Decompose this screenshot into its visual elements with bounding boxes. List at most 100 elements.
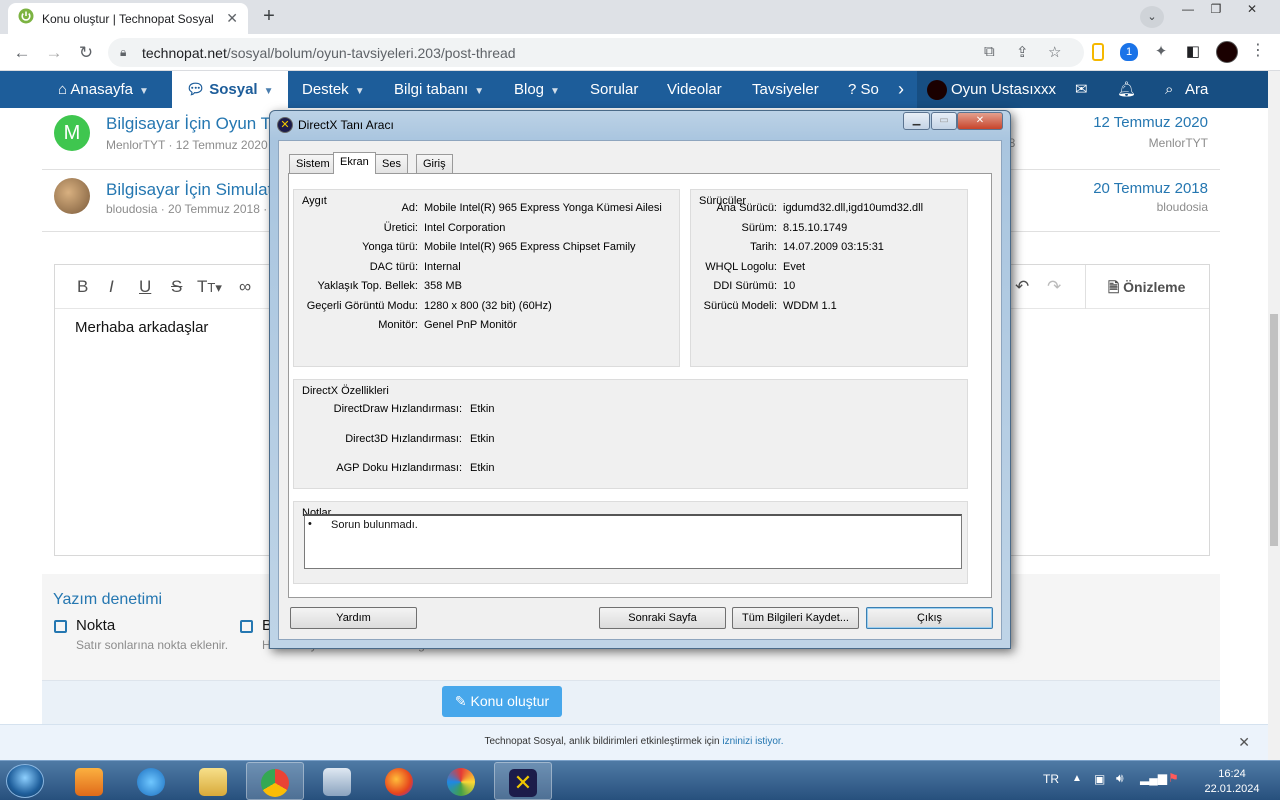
chevron-down-icon[interactable]: ▼ [550,86,560,97]
tab-sistem[interactable]: Sistem [289,154,337,173]
create-thread-button[interactable]: ✎ Konu oluştur [442,686,562,717]
restore-button[interactable]: ❐ [1204,2,1228,16]
file-explorer-icon[interactable] [184,762,242,800]
nav-destek[interactable]: Destek ▼ [302,71,365,108]
internet-explorer-icon[interactable] [122,762,180,800]
tab-close-icon[interactable]: ✕ [226,10,238,27]
link-button[interactable]: ∞ [239,277,251,297]
share-icon[interactable]: ⇪ [1016,43,1029,61]
preview-button[interactable]: 🗎︎ Önizleme [1085,265,1211,309]
window-close-button[interactable]: ✕ [1240,2,1264,16]
nav-sosyal[interactable]: 💬︎ Sosyal ▼ [172,71,288,108]
thread-meta: bloudosia · 20 Temmuz 2018 · ( [106,202,275,216]
new-tab-button[interactable]: + [256,5,282,29]
nav-blog[interactable]: Blog ▼ [514,71,560,108]
directx-taskbar-icon[interactable]: ✕ [494,762,552,800]
redo-icon[interactable]: ↷ [1047,277,1061,297]
thread-last-date[interactable]: 12 Temmuz 2020 [1093,114,1208,131]
network-icon[interactable]: ▂▄▆ [1140,771,1167,785]
thread-last-user[interactable]: MenlorTYT [1149,136,1208,150]
chevron-down-icon[interactable]: ▼ [355,86,365,97]
bold-button[interactable]: B [77,277,88,297]
help-button[interactable]: Yardım [290,607,417,629]
profile-avatar[interactable] [1216,41,1238,63]
editor-text[interactable]: Merhaba arkadaşlar [75,319,208,336]
dx-close-button[interactable]: ✕ [957,112,1003,130]
chrome-icon[interactable] [246,762,304,800]
bell-icon[interactable]: 🔔︎ [1117,71,1136,108]
bookmark-star-icon[interactable]: ☆ [1048,43,1061,61]
firefox-icon[interactable] [370,762,428,800]
tray-expand-icon[interactable]: ▲ [1072,773,1082,784]
url-text: technopat.net/sosyal/bolum/oyun-tavsiyel… [142,45,516,61]
messages-icon[interactable]: ✉ [1075,71,1088,108]
search-label[interactable]: Ara [1185,71,1208,108]
nav-videolar[interactable]: Videolar [667,71,722,108]
thread-title[interactable]: Bilgisayar İçin Oyun Ta [106,114,279,134]
avatar[interactable] [54,178,90,214]
avatar[interactable]: M [54,115,90,151]
notes-box[interactable]: • Sorun bulunmadı. [304,514,962,569]
thread-last-date[interactable]: 20 Temmuz 2018 [1093,180,1208,197]
nav-anasayfa[interactable]: ⌂ Anasayfa ▼ [58,71,149,108]
exit-button[interactable]: Çıkış [866,607,993,629]
dx-minimize-button[interactable]: ▁ [903,112,930,130]
save-all-info-button[interactable]: Tüm Bilgileri Kaydet... [732,607,859,629]
menu-kebab-icon[interactable]: ⋮ [1250,40,1266,60]
drivers-group: Sürücüler Ana Sürücü: igdumd32.dll,igd10u… [690,189,968,367]
address-bar[interactable]: 🔒︎ technopat.net/sosyal/bolum/oyun-tavsi… [108,38,1084,67]
shield-extension-icon[interactable]: 1 [1120,43,1138,61]
start-button[interactable] [6,764,44,798]
paint-icon[interactable] [432,762,490,800]
back-icon[interactable]: ← [10,42,34,64]
italic-button[interactable]: I [109,277,114,297]
side-panel-icon[interactable]: ◧ [1184,43,1202,61]
chevron-down-icon[interactable]: ▼ [474,86,484,97]
tab-giris[interactable]: Giriş [416,154,453,173]
features-group: DirectX Özellikleri DirectDraw Hızlandır… [293,379,968,489]
nokta-checkbox[interactable] [54,620,67,633]
option2-checkbox[interactable] [240,620,253,633]
page-scrollbar[interactable] [1268,71,1280,760]
tab-ekran[interactable]: Ekran [333,152,376,174]
minimize-button[interactable]: — [1176,2,1200,16]
tab-ses[interactable]: Ses [375,154,408,173]
nokta-label[interactable]: Nokta [76,617,115,634]
on-screen-keyboard-icon[interactable] [308,762,366,800]
strikethrough-button[interactable]: S [171,277,182,297]
search-icon[interactable]: ⌕ [1165,71,1173,108]
chevron-down-icon[interactable]: ▼ [139,86,149,97]
nav-scroll-right-icon[interactable]: › [898,71,904,108]
extensions-puzzle-icon[interactable]: ✦ [1152,43,1170,61]
tab-search-button[interactable]: ⌄ [1140,6,1164,28]
reload-icon[interactable]: ↻ [74,42,98,64]
user-menu[interactable]: Oyun Ustasıxxx [927,80,1056,101]
thread-meta: MenlorTYT · 12 Temmuz 2020 [106,138,268,152]
device-icon[interactable]: ▣ [1094,772,1105,786]
scrollbar-thumb[interactable] [1270,314,1278,546]
open-in-app-icon[interactable]: ⧉ [984,43,995,60]
features-group-title: DirectX Özellikleri [302,385,389,397]
clock[interactable]: 16:24 22.01.2024 [1196,767,1268,797]
action-center-icon[interactable]: ⚑ [1168,771,1179,785]
chevron-down-icon[interactable]: ▼ [264,86,274,97]
browser-tab[interactable]: Konu oluştur | Technopat Sosyal ✕ [8,3,248,34]
nav-more[interactable]: ? So [848,71,879,108]
language-indicator[interactable]: TR [1043,772,1059,786]
dx-maximize-button[interactable]: ▭ [931,112,957,130]
phone-extension-icon[interactable] [1092,43,1104,61]
nav-sorular[interactable]: Sorular [590,71,638,108]
thread-title[interactable]: Bilgisayar İçin Simulat [106,180,272,200]
nav-bilgi-tabani[interactable]: Bilgi tabanı ▼ [394,71,484,108]
forward-icon[interactable]: → [42,42,66,64]
media-player-icon[interactable] [60,762,118,800]
close-icon[interactable]: ✕ [1238,725,1250,759]
next-page-button[interactable]: Sonraki Sayfa [599,607,726,629]
underline-button[interactable]: U [139,277,151,297]
thread-last-user[interactable]: bloudosia [1157,200,1208,214]
nav-tavsiyeler[interactable]: Tavsiyeler [752,71,819,108]
undo-icon[interactable]: ↶ [1015,277,1029,297]
notification-permission-link[interactable]: izninizi istiyor. [722,736,783,747]
font-size-button[interactable]: TT▾ [197,277,222,297]
volume-icon[interactable]: 🔊︎ [1116,771,1124,786]
